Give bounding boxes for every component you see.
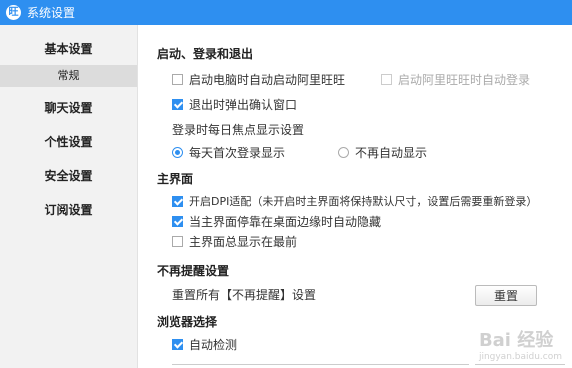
autologin-checkbox: [381, 74, 392, 85]
ontop-option[interactable]: 主界面总显示在最前: [172, 233, 297, 250]
browser-path-field[interactable]: [475, 364, 565, 365]
ontop-label: 主界面总显示在最前: [189, 235, 298, 249]
section-title-startup: 启动、登录和退出: [157, 47, 254, 61]
autodetect-option[interactable]: 自动检测: [172, 336, 237, 353]
sidebar-item-basic[interactable]: 基本设置: [0, 40, 137, 57]
never-show-radio[interactable]: [338, 147, 349, 158]
autohide-checkbox[interactable]: [172, 216, 183, 227]
radio-first-login-option[interactable]: 每天首次登录显示: [172, 144, 285, 161]
autodetect-label: 自动检测: [189, 338, 238, 352]
sidebar-item-subscription[interactable]: 订阅设置: [0, 201, 137, 218]
autodetect-checkbox[interactable]: [172, 339, 183, 350]
confirm-exit-label: 退出时弹出确认窗口: [189, 98, 298, 112]
reset-button[interactable]: 重置: [475, 285, 537, 306]
autologin-label: 启动阿里旺旺时自动登录: [398, 73, 531, 87]
dpi-checkbox[interactable]: [172, 195, 183, 207]
autologin-option: 启动阿里旺旺时自动登录: [381, 71, 530, 88]
never-show-label: 不再自动显示: [355, 146, 428, 160]
radio-never-option[interactable]: 不再自动显示: [338, 144, 427, 161]
section-title-browser: 浏览器选择: [157, 315, 218, 329]
reset-reminders-label: 重置所有【不再提醒】设置: [172, 288, 317, 302]
settings-sidebar: 基本设置 常规 聊天设置 个性设置 安全设置 订阅设置: [0, 25, 138, 368]
autostart-checkbox[interactable]: [172, 74, 183, 85]
dpi-option[interactable]: 开启DPI适配（未开启时主界面将保持默认尺寸，设置后需要重新登录）: [172, 193, 537, 209]
sidebar-item-security[interactable]: 安全设置: [0, 167, 137, 184]
section-title-mainui: 主界面: [157, 172, 194, 186]
sidebar-item-personal[interactable]: 个性设置: [0, 133, 137, 150]
sidebar-item-general[interactable]: 常规: [0, 65, 137, 87]
dpi-label: 开启DPI适配（未开启时主界面将保持默认尺寸，设置后需要重新登录）: [189, 195, 538, 208]
focus-display-label: 登录时每日焦点显示设置: [172, 123, 305, 137]
ontop-checkbox[interactable]: [172, 236, 183, 247]
browser-select-field[interactable]: [172, 364, 469, 365]
settings-panel: 启动、登录和退出 启动电脑时自动启动阿里旺旺 启动阿里旺旺时自动登录 退出时弹出…: [138, 25, 572, 368]
section-title-reminder: 不再提醒设置: [157, 264, 230, 278]
confirm-exit-option[interactable]: 退出时弹出确认窗口: [172, 96, 297, 113]
sidebar-item-chat[interactable]: 聊天设置: [0, 99, 137, 116]
window-title: 系统设置: [27, 6, 76, 20]
autostart-label: 启动电脑时自动启动阿里旺旺: [189, 73, 346, 87]
autohide-label: 当主界面停靠在桌面边缘时自动隐藏: [189, 215, 382, 229]
autostart-option[interactable]: 启动电脑时自动启动阿里旺旺: [172, 71, 345, 88]
title-bar: 旺 系统设置: [0, 0, 572, 25]
first-login-radio[interactable]: [172, 147, 183, 158]
app-logo-icon: 旺: [6, 5, 21, 20]
confirm-exit-checkbox[interactable]: [172, 99, 183, 110]
first-login-label: 每天首次登录显示: [189, 146, 286, 160]
autohide-option[interactable]: 当主界面停靠在桌面边缘时自动隐藏: [172, 213, 381, 230]
